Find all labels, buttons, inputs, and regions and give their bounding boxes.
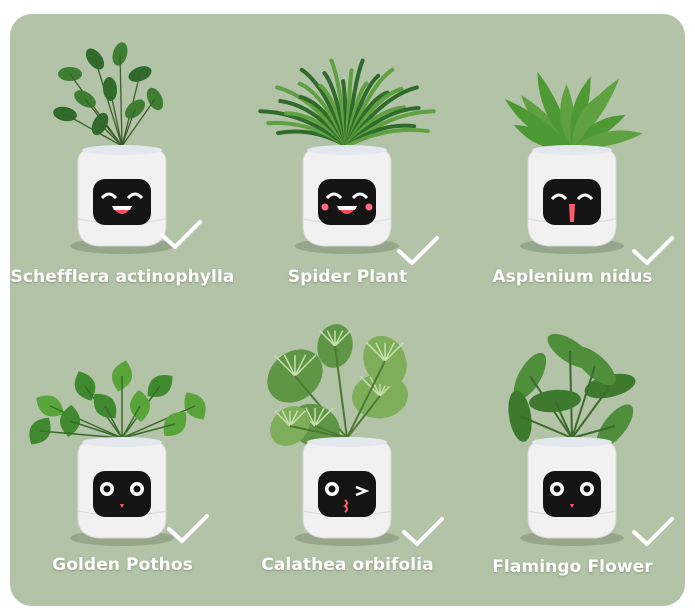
plant-name-label: Calathea orbifolia [261,555,434,575]
checkmark-icon[interactable] [630,515,676,549]
plant-leaves [53,42,164,147]
checkmark-icon[interactable] [400,515,446,549]
plant-leaves [29,360,206,445]
plant-name-label: Flamingo Flower [492,557,653,577]
plant-option-card[interactable]: Calathea orbifolia [235,306,460,602]
checkmark-icon[interactable] [158,218,204,252]
plant-name-label: Asplenium nidus [492,267,653,287]
plant-pot-image [53,42,174,254]
checkmark-icon[interactable] [630,234,676,268]
plant-name-label: Schefflera actinophylla [10,267,235,287]
plant-option-card[interactable]: Flamingo Flower [460,306,685,602]
plant-name-label: Spider Plant [287,267,408,287]
plant-leaves [504,71,643,149]
pot-face-screen [543,471,601,517]
plant-leaves [508,333,636,448]
pot-face-screen [93,179,151,225]
plant-leaves [267,324,408,449]
plant-option-card[interactable]: Schefflera actinophylla [10,14,235,310]
pot-face-screen [318,179,376,225]
checkmark-icon[interactable] [165,512,211,546]
plant-name-label: Golden Pothos [52,555,193,575]
plant-leaves [258,58,436,148]
plant-option-card[interactable]: Golden Pothos [10,306,235,602]
checkmark-icon[interactable] [395,234,441,268]
pot-face-screen [93,471,151,517]
